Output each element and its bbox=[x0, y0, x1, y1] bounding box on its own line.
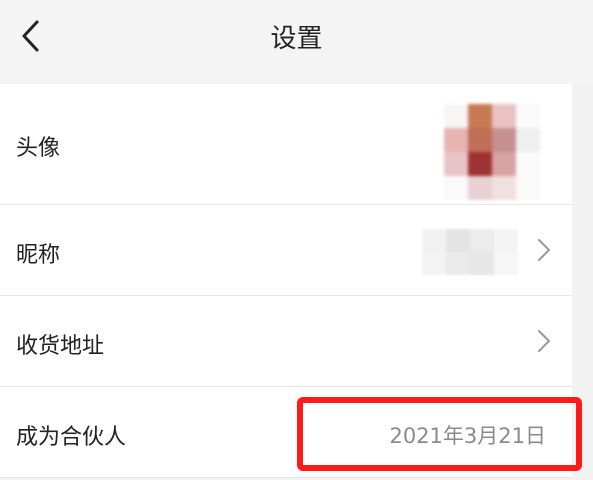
row-label-nickname: 昵称 bbox=[16, 243, 61, 268]
page-title: 设置 bbox=[270, 24, 323, 54]
highlight-annotation-box bbox=[297, 397, 582, 471]
settings-page: 设置 头像 昵称 收货地址 成为合伙人 2021年3月21日 bbox=[0, 0, 593, 480]
row-label-partner: 成为合伙人 bbox=[16, 425, 127, 450]
chevron-right-icon bbox=[538, 330, 550, 352]
nickname-value-blurred bbox=[422, 229, 518, 275]
row-label-avatar: 头像 bbox=[16, 136, 61, 161]
row-shipping-address[interactable]: 收货地址 bbox=[0, 296, 572, 387]
avatar bbox=[444, 104, 540, 200]
chevron-right-icon bbox=[538, 239, 550, 261]
row-nickname[interactable]: 昵称 bbox=[0, 205, 572, 296]
row-label-address: 收货地址 bbox=[16, 334, 105, 359]
row-avatar[interactable]: 头像 bbox=[0, 84, 572, 205]
nav-bar: 设置 bbox=[0, 0, 593, 84]
